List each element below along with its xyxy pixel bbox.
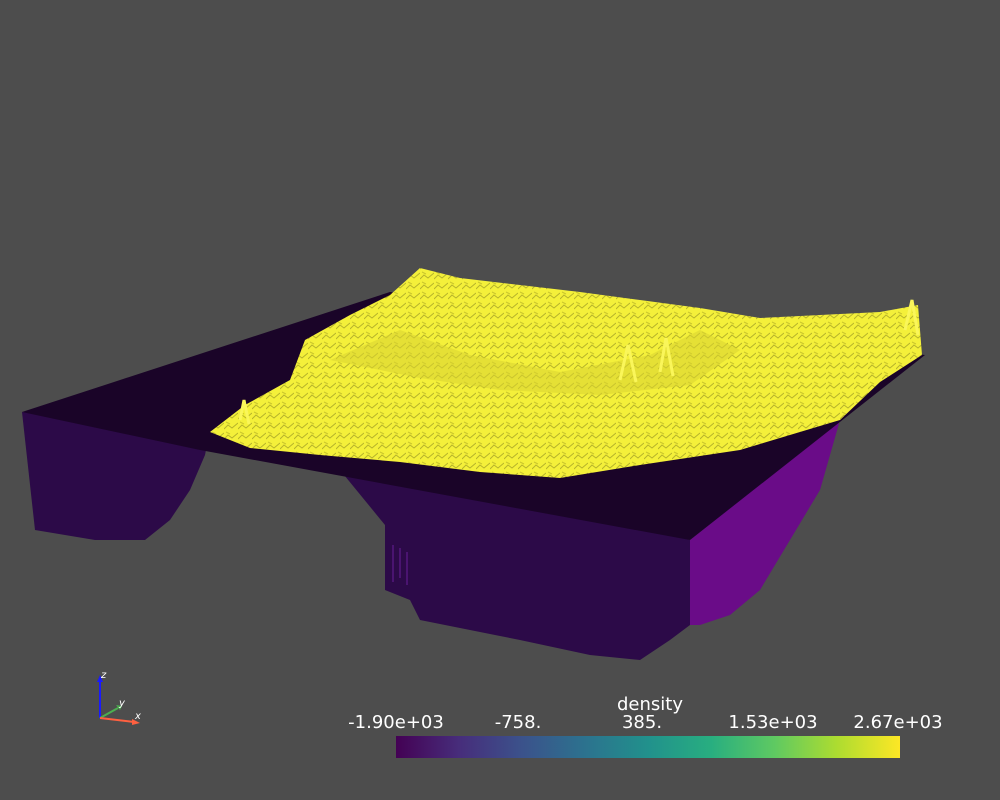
y-axis-label: y <box>118 698 126 709</box>
z-axis-label: z <box>100 670 107 681</box>
x-axis-label: x <box>134 711 141 722</box>
orientation-axes-widget: z y x <box>97 670 141 725</box>
colorbar-tick-3: 1.53e+03 <box>728 712 818 733</box>
colorbar <box>396 736 900 758</box>
colorbar-tick-2: 385. <box>621 712 663 733</box>
colorbar-tick-1: -758. <box>494 712 542 733</box>
colorbar-tick-4: 2.67e+03 <box>853 712 943 733</box>
colorbar-tick-0: -1.90e+03 <box>348 712 444 733</box>
